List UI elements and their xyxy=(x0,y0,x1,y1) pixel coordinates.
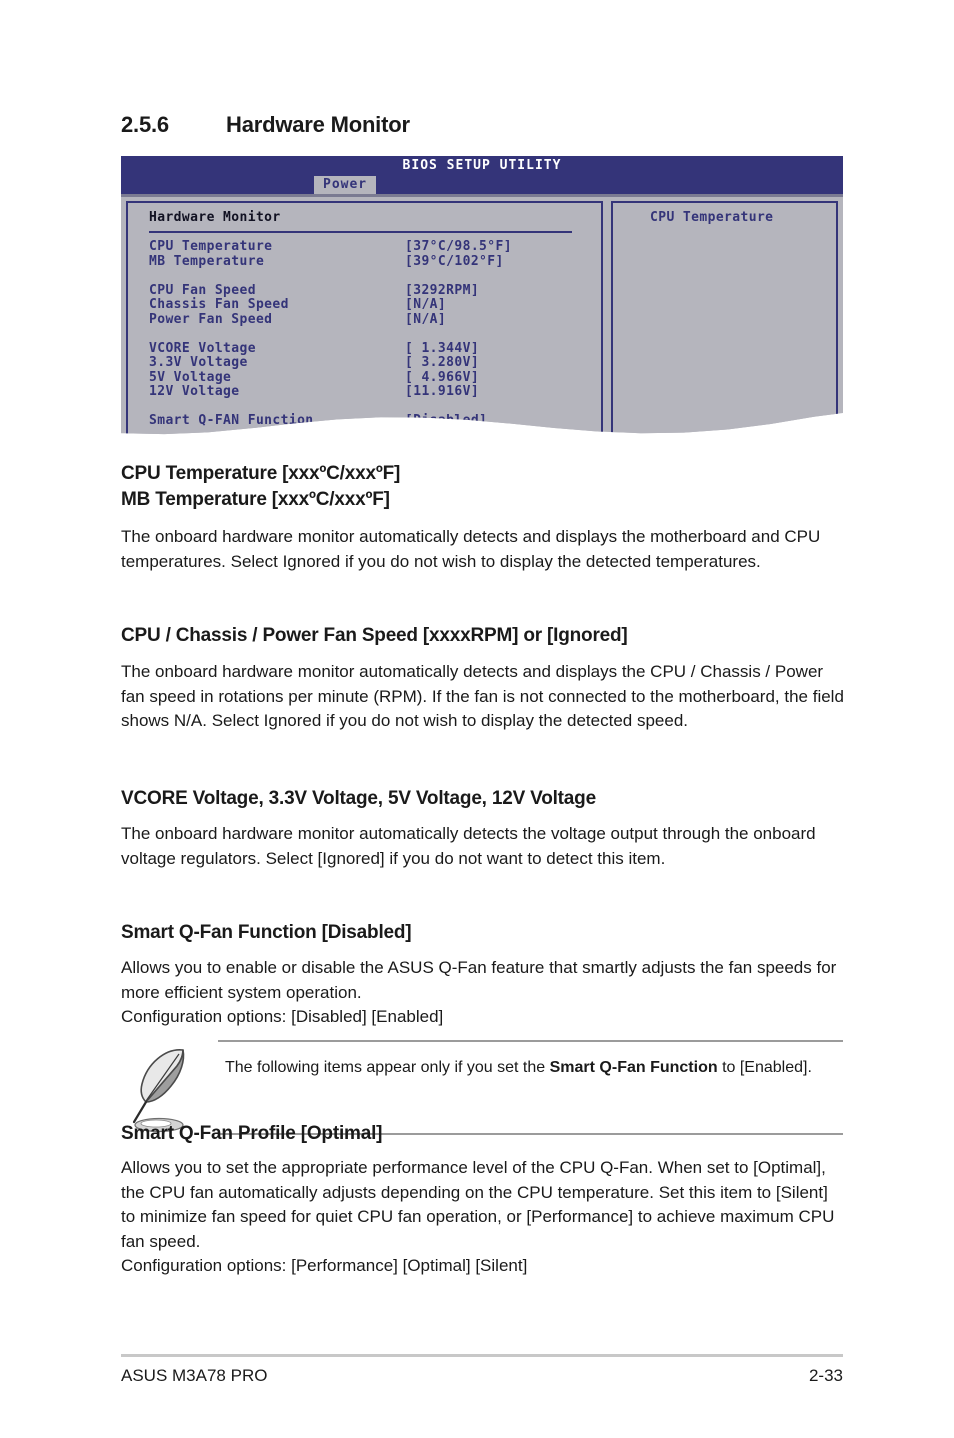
heading-mb-temperature: MB Temperature [xxxºC/xxxºF] xyxy=(121,489,390,510)
note-text: The following items appear only if you s… xyxy=(225,1056,835,1080)
bios-item-label: 3.3V Voltage xyxy=(149,355,248,370)
bios-item-value: [Disabled] xyxy=(405,413,488,428)
bios-screenshot-figure: BIOS SETUP UTILITY Power Hardware Monito… xyxy=(121,156,843,446)
manual-page: 2.5.6 Hardware Monitor BIOS SETUP UTILIT… xyxy=(0,0,954,1438)
bios-header-bar: BIOS SETUP UTILITY Power xyxy=(121,156,843,194)
bios-screen-clip: BIOS SETUP UTILITY Power Hardware Monito… xyxy=(121,156,843,435)
paragraph-fan-speed: The onboard hardware monitor automatical… xyxy=(121,662,844,731)
bios-item-label: CPU Fan Speed xyxy=(149,282,256,298)
heading-cpu-temperature: CPU Temperature [xxxºC/xxxºF] xyxy=(121,463,401,484)
bios-item-list: CPU Temperature [37°C/98.5°F] MB Temperatu… xyxy=(149,239,589,428)
heading-fan-speed: CPU / Chassis / Power Fan Speed [xxxxRPM… xyxy=(121,625,628,646)
bios-utility-title: BIOS SETUP UTILITY xyxy=(402,158,562,173)
paragraph-smart-qfan-profile: Allows you to set the appropriate perfor… xyxy=(121,1158,835,1276)
heading-smart-qfan-function: Smart Q-Fan Function [Disabled] xyxy=(121,922,412,943)
bios-item-label: Power Fan Speed xyxy=(149,311,273,327)
section-heading: 2.5.6 Hardware Monitor xyxy=(121,112,841,138)
section-title: Hardware Monitor xyxy=(226,112,410,137)
bios-item-value: [11.916V] xyxy=(405,384,480,399)
note-text-bold: Smart Q-Fan Function xyxy=(549,1059,718,1076)
bios-item-label: Chassis Fan Speed xyxy=(149,297,289,312)
bios-item-row[interactable]: Smart Q-FAN Function [Disabled] xyxy=(149,413,589,428)
bios-item-row[interactable]: Chassis Fan Speed [N/A] xyxy=(149,297,589,312)
bios-item-value: [3292RPM] xyxy=(405,282,480,298)
bios-item-row[interactable]: CPU Temperature [37°C/98.5°F] xyxy=(149,239,589,254)
bios-item-label: MB Temperature xyxy=(149,253,265,269)
note-top-rule xyxy=(218,1040,843,1042)
section-number: 2.5.6 xyxy=(121,112,169,137)
heading-voltages: VCORE Voltage, 3.3V Voltage, 5V Voltage,… xyxy=(121,788,596,809)
bios-item-label: VCORE Voltage xyxy=(149,340,256,356)
footer-product-name: ASUS M3A78 PRO xyxy=(121,1366,268,1385)
bios-item-row[interactable]: MB Temperature [39°C/102°F] xyxy=(149,254,589,269)
bios-help-title: CPU Temperature xyxy=(650,210,774,225)
bios-tab-power[interactable]: Power xyxy=(314,176,377,194)
bios-item-row[interactable]: 3.3V Voltage [ 3.280V] xyxy=(149,355,589,370)
bios-item-value: [ 4.966V] xyxy=(405,369,480,385)
bios-item-value: [ 3.280V] xyxy=(405,355,480,370)
paragraph-smart-qfan-function: Allows you to enable or disable the ASUS… xyxy=(121,958,837,1027)
bios-body: Hardware Monitor CPU Temperature [37°C/98… xyxy=(121,194,843,435)
bios-item-label: Smart Q-FAN Function xyxy=(149,413,314,428)
bios-row-spacer xyxy=(149,326,589,341)
bios-item-row[interactable]: 5V Voltage [ 4.966V] xyxy=(149,370,589,385)
bios-item-value: [37°C/98.5°F] xyxy=(405,239,512,254)
bios-item-label: CPU Temperature xyxy=(149,239,273,254)
bios-main-panel: Hardware Monitor CPU Temperature [37°C/98… xyxy=(126,201,603,435)
paragraph-temperature: The onboard hardware monitor automatical… xyxy=(121,527,821,571)
note-text-after: to [Enabled]. xyxy=(717,1059,812,1076)
bios-row-spacer xyxy=(149,268,589,283)
bios-item-value: [N/A] xyxy=(405,311,447,327)
bios-item-value: [N/A] xyxy=(405,297,447,312)
bios-item-value: [39°C/102°F] xyxy=(405,253,504,269)
heading-smart-qfan-profile: Smart Q-Fan Profile [Optimal] xyxy=(121,1123,383,1144)
footer-page-number: 2-33 xyxy=(808,1366,843,1385)
bios-help-panel: CPU Temperature xyxy=(611,201,838,435)
bios-item-row[interactable]: VCORE Voltage [ 1.344V] xyxy=(149,341,589,356)
bios-item-label: 5V Voltage xyxy=(149,369,232,385)
note-text-before: The following items appear only if you s… xyxy=(225,1059,550,1076)
bios-item-label: 12V Voltage xyxy=(149,384,240,399)
bios-item-row[interactable]: 12V Voltage [11.916V] xyxy=(149,384,589,399)
bios-item-row[interactable]: CPU Fan Speed [3292RPM] xyxy=(149,283,589,298)
bios-panel-divider xyxy=(149,231,572,233)
bios-item-row[interactable]: Power Fan Speed [N/A] xyxy=(149,312,589,327)
footer-divider xyxy=(121,1354,843,1357)
bios-item-value: [ 1.344V] xyxy=(405,340,480,356)
bios-panel-title: Hardware Monitor xyxy=(149,210,281,225)
bios-row-spacer xyxy=(149,399,589,414)
paragraph-voltages: The onboard hardware monitor automatical… xyxy=(121,824,816,868)
